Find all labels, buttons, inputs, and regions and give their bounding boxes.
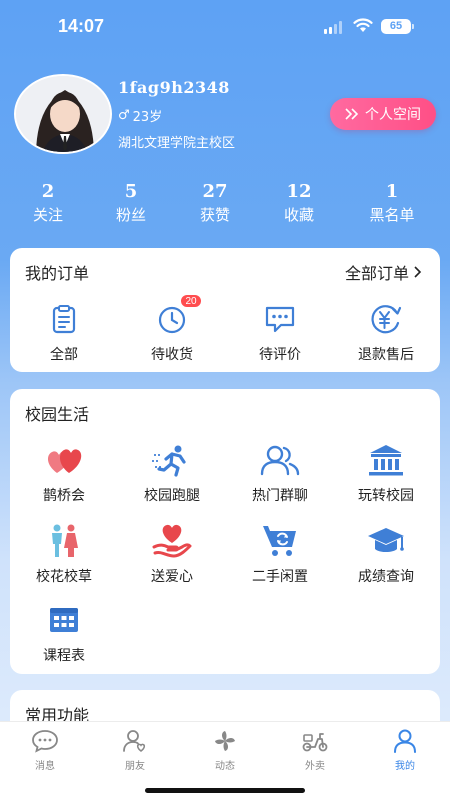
orders-card: 我的订单 全部订单 全部 20 待收货 待评价 退款售后 (10, 248, 440, 372)
stat-number: 1 (385, 181, 399, 202)
order-refund-label: 退款售后 (358, 347, 414, 363)
gender-age: ♂ 23岁 (118, 106, 162, 125)
stat-likes[interactable]: 27 获赞 (173, 180, 257, 226)
battery-tip (412, 24, 414, 29)
campus-beauty[interactable]: 校花校草 (12, 522, 116, 586)
stat-following[interactable]: 2 关注 (6, 180, 90, 226)
campus-matchmaking-label: 鹊桥会 (43, 488, 85, 504)
chevron-right-icon (414, 266, 422, 278)
person-icon (394, 729, 416, 753)
tab-messages-label: 消息 (35, 761, 55, 772)
stat-label: 收藏 (283, 206, 314, 224)
calendar-icon (50, 608, 78, 632)
order-pending-receipt[interactable]: 20 待收货 (120, 294, 224, 364)
order-all[interactable]: 全部 (12, 300, 116, 364)
order-refund[interactable]: 退款售后 (334, 300, 438, 364)
campus-timetable[interactable]: 课程表 (12, 601, 116, 665)
campus-beauty-label: 校花校草 (36, 569, 92, 585)
couple-icon (52, 524, 78, 557)
school-name: 湖北文理学院主校区 (118, 136, 236, 151)
stat-number: 27 (202, 181, 228, 202)
status-time: 14:07 (58, 16, 105, 36)
wifi-icon (353, 18, 373, 32)
campus-explore[interactable]: 玩转校园 (334, 441, 438, 505)
signal-icon (324, 21, 342, 34)
stat-number: 5 (124, 181, 138, 202)
stat-label: 获赞 (199, 206, 230, 224)
group-icon (260, 445, 300, 476)
stat-label: 关注 (32, 206, 63, 224)
tab-mine-label: 我的 (395, 761, 415, 772)
clipboard-icon (52, 305, 76, 334)
pinwheel-icon (215, 731, 235, 751)
campus-hot-groups[interactable]: 热门群聊 (228, 441, 332, 505)
campus-life-card: 校园生活 鹊桥会 校园跑腿 热门群聊 玩转校园 校花校草 送爱心 二手闲置 成绩… (10, 389, 440, 674)
pending-receipt-badge: 20 (180, 294, 202, 308)
avatar[interactable] (14, 74, 112, 154)
personal-space-label: 个人空间 (365, 107, 421, 123)
hearts-icon (47, 449, 82, 473)
stat-label: 粉丝 (115, 206, 146, 224)
all-orders-link[interactable]: 全部订单 (345, 260, 422, 284)
order-pending-receipt-label: 待收货 (151, 347, 193, 363)
stats-row: 2 关注 5 粉丝 27 获赞 12 收藏 1 黑名单 (0, 180, 450, 230)
building-icon (369, 445, 403, 476)
status-bar: 14:07 65 (0, 0, 450, 54)
tab-takeout-label: 外卖 (305, 761, 325, 772)
clock-icon (158, 306, 186, 334)
chat-icon (265, 306, 295, 333)
order-pending-review[interactable]: 待评价 (228, 300, 332, 364)
double-chevron-right-icon (345, 108, 359, 120)
graduation-cap-icon (368, 528, 404, 552)
stat-number: 12 (286, 181, 312, 202)
campus-timetable-label: 课程表 (43, 648, 85, 664)
campus-charity[interactable]: 送爱心 (120, 522, 224, 586)
friends-icon (123, 730, 146, 752)
campus-secondhand-label: 二手闲置 (252, 569, 308, 585)
tab-moments[interactable]: 动态 (180, 728, 270, 772)
order-pending-review-label: 待评价 (259, 347, 301, 363)
male-icon: ♂ (118, 108, 130, 123)
username: 1fag9h2348 (118, 78, 230, 97)
all-orders-label: 全部订单 (344, 264, 409, 283)
campus-grades-label: 成绩查询 (358, 569, 414, 585)
refund-icon (371, 305, 402, 334)
stat-fans[interactable]: 5 粉丝 (89, 180, 173, 226)
avatar-image (16, 76, 110, 152)
tab-friends[interactable]: 朋友 (90, 728, 180, 772)
personal-space-button[interactable]: 个人空间 (330, 98, 436, 130)
tab-moments-label: 动态 (215, 761, 235, 772)
order-all-label: 全部 (50, 347, 78, 363)
message-icon (32, 730, 58, 753)
campus-secondhand[interactable]: 二手闲置 (228, 522, 332, 586)
campus-hot-groups-label: 热门群聊 (252, 488, 308, 504)
campus-charity-label: 送爱心 (151, 569, 193, 585)
orders-title: 我的订单 (25, 264, 90, 283)
stat-label: 黑名单 (369, 206, 415, 224)
tab-friends-label: 朋友 (125, 761, 145, 772)
stat-blacklist[interactable]: 1 黑名单 (350, 180, 434, 226)
campus-grades[interactable]: 成绩查询 (334, 522, 438, 586)
campus-explore-label: 玩转校园 (358, 488, 414, 504)
home-indicator[interactable] (145, 788, 305, 793)
stat-favorites[interactable]: 12 收藏 (257, 180, 341, 226)
battery-icon: 65 (381, 19, 411, 34)
campus-errand-label: 校园跑腿 (144, 488, 200, 504)
tab-messages[interactable]: 消息 (0, 728, 90, 772)
stat-number: 2 (41, 181, 55, 202)
runner-icon (152, 445, 186, 477)
cart-icon (263, 526, 296, 556)
campus-life-title: 校园生活 (25, 405, 90, 424)
hand-heart-icon (152, 524, 192, 558)
age-label: 23岁 (132, 110, 163, 125)
tab-mine[interactable]: 我的 (360, 728, 450, 772)
campus-errand[interactable]: 校园跑腿 (120, 441, 224, 505)
scooter-icon (302, 733, 328, 752)
tab-takeout[interactable]: 外卖 (270, 728, 360, 772)
campus-matchmaking[interactable]: 鹊桥会 (12, 441, 116, 505)
